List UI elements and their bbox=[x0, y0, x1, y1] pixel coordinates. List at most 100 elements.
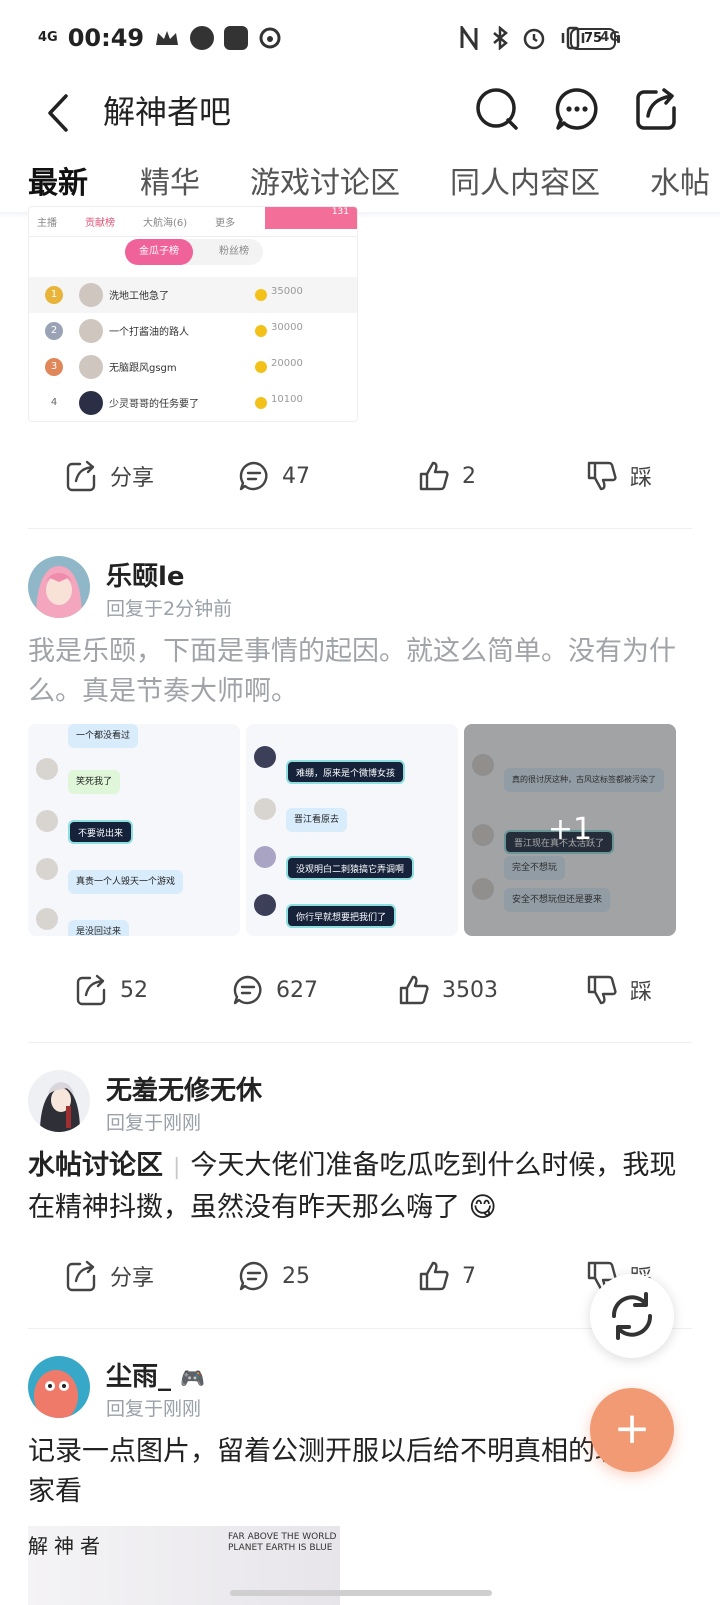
alarm-icon bbox=[524, 28, 545, 50]
tab-water-posts[interactable]: 水帖 bbox=[650, 158, 710, 202]
refresh-button[interactable] bbox=[590, 1274, 674, 1358]
coin-icon bbox=[255, 289, 267, 301]
avatar bbox=[36, 908, 58, 930]
separator: | bbox=[173, 1155, 181, 1180]
share-button[interactable]: 分享 bbox=[66, 1260, 154, 1292]
avatar bbox=[254, 798, 276, 820]
rank-name: 少灵哥哥的任务要了 bbox=[109, 399, 199, 410]
tab-latest[interactable]: 最新 bbox=[28, 158, 88, 202]
ranking-tab: 主播 bbox=[37, 218, 57, 229]
avatar bbox=[254, 894, 276, 916]
share-button[interactable]: 分享 bbox=[66, 460, 154, 492]
dislike-button[interactable]: 踩 bbox=[586, 460, 652, 492]
rank-value: 35000 bbox=[271, 286, 303, 297]
like-button[interactable]: 7 bbox=[418, 1260, 476, 1292]
dislike-button[interactable]: 踩 bbox=[586, 974, 652, 1006]
avatar[interactable] bbox=[28, 1356, 90, 1418]
rank-number: 2 bbox=[45, 322, 63, 340]
post-header: 尘雨_ 🎮 回复于刚刚 bbox=[28, 1356, 688, 1420]
back-arrow-icon[interactable] bbox=[40, 90, 76, 136]
ranking-pink-label: 131 bbox=[265, 207, 357, 229]
message-icon[interactable] bbox=[554, 86, 600, 132]
post-header: 乐颐le 回复于2分钟前 bbox=[28, 556, 688, 620]
tab-fan-content[interactable]: 同人内容区 bbox=[450, 158, 600, 202]
rank-number: 3 bbox=[45, 358, 63, 376]
post-image-ranking[interactable]: 主播 贡献榜 大航海(6) 更多 131 金瓜子榜 粉丝榜 1 洗地工他急了 3… bbox=[28, 206, 358, 422]
status-time: 00:49 bbox=[67, 24, 145, 52]
avatar bbox=[79, 355, 103, 379]
username[interactable]: 乐颐le bbox=[106, 556, 185, 593]
share-icon bbox=[66, 1260, 96, 1292]
like-count: 3503 bbox=[442, 977, 498, 1003]
rank-name: 一个打酱油的路人 bbox=[109, 327, 189, 338]
thumbs-up-icon bbox=[399, 975, 429, 1005]
ranking-switch: 金瓜子榜 粉丝榜 bbox=[125, 239, 263, 265]
top-app-bar: 解神者吧 bbox=[0, 78, 720, 148]
nfc-icon bbox=[460, 26, 478, 50]
dislike-label: 踩 bbox=[630, 980, 653, 1005]
avatar bbox=[79, 391, 103, 415]
post-actions: 分享 47 2 踩 bbox=[0, 446, 720, 506]
page-title: 解神者吧 bbox=[103, 93, 232, 131]
chat-bubble: 一个都没看过 bbox=[68, 724, 139, 748]
chat-bubble: 是没回过来 bbox=[68, 920, 130, 936]
username[interactable]: 无羞无修无休 bbox=[106, 1070, 262, 1107]
ranking-row: 4 少灵哥哥的任务要了 10100 bbox=[29, 385, 357, 421]
post-content[interactable]: 我是乐颐，下面是事情的起因。就这么简单。没有为什么。真是节奏大师啊。 bbox=[28, 632, 692, 712]
ranking-tab: 大航海(6) bbox=[143, 218, 188, 229]
post-image[interactable]: 一个都没看过 笑死我了 不要说出来 真贵一个人毁天一个游戏 是没回过来 bbox=[28, 724, 240, 936]
chat-bubble: 你行早就想要把我们了 bbox=[286, 904, 397, 928]
avatar bbox=[79, 319, 103, 343]
ranking-row: 3 无脑跟风gsgm 20000 bbox=[29, 349, 357, 385]
like-button[interactable]: 3503 bbox=[398, 974, 498, 1006]
avatar[interactable] bbox=[28, 1070, 90, 1132]
post-content[interactable]: 水帖讨论区 | 今天大佬们准备吃瓜吃到什么时候，我现在精神抖擞，虽然没有昨天那么嗨了… bbox=[28, 1146, 692, 1228]
comment-button[interactable]: 47 bbox=[238, 460, 310, 492]
new-post-button[interactable]: + bbox=[590, 1388, 674, 1472]
comment-button[interactable]: 25 bbox=[238, 1260, 310, 1292]
chat-bubble: 晋江看原去 bbox=[286, 808, 348, 832]
coin-icon bbox=[255, 397, 267, 409]
username[interactable]: 尘雨_ 🎮 bbox=[106, 1356, 205, 1393]
comment-icon bbox=[239, 461, 268, 491]
more-images-overlay[interactable]: +1 bbox=[464, 724, 676, 936]
status-left: 4G 00:49 bbox=[38, 24, 282, 52]
tab-featured[interactable]: 精华 bbox=[140, 158, 200, 202]
post-header: 无羞无修无休 回复于刚刚 bbox=[28, 1070, 688, 1134]
comment-icon bbox=[233, 975, 262, 1005]
image-caption: FAR ABOVE THE WORLD PLANET EARTH IS BLUE bbox=[228, 1532, 337, 1553]
chat-bubble: 没观明白二刺猿搞它弄调啊 bbox=[286, 856, 415, 880]
avatar bbox=[36, 758, 58, 780]
avatar-image bbox=[28, 556, 90, 618]
network-indicator: 4G bbox=[38, 30, 58, 45]
post-time: 回复于2分钟前 bbox=[106, 598, 233, 620]
avatar-image bbox=[28, 1356, 90, 1418]
avatar[interactable] bbox=[28, 556, 90, 618]
ranking-switch-a: 金瓜子榜 bbox=[125, 239, 193, 265]
like-button[interactable]: 2 bbox=[418, 460, 476, 492]
post-image[interactable]: 难绷，原来是个微博女孩 晋江看原去 没观明白二刺猿搞它弄调啊 你行早就想要把我们… bbox=[246, 724, 458, 936]
avatar bbox=[254, 746, 276, 768]
post-content[interactable]: 记录一点图片，留着公测开服以后给不明真相的玩家看 bbox=[28, 1432, 628, 1512]
tab-game-discussion[interactable]: 游戏讨论区 bbox=[250, 158, 400, 202]
ranking-row: 1 洗地工他急了 35000 bbox=[29, 277, 357, 313]
search-icon[interactable] bbox=[474, 86, 520, 132]
board-tag[interactable]: 水帖讨论区 bbox=[28, 1150, 163, 1181]
avatar bbox=[254, 846, 276, 868]
avatar bbox=[36, 810, 58, 832]
weibo-icon bbox=[259, 27, 281, 49]
rank-value: 30000 bbox=[271, 322, 303, 333]
category-tabs: 最新 精华 游戏讨论区 同人内容区 水帖 bbox=[0, 150, 720, 214]
post-image-more[interactable]: 真的很讨厌这种，古风这标签都被污染了 晋江现在真不太活跃了 完全不想玩 安全不想… bbox=[464, 724, 676, 936]
gesture-bar[interactable] bbox=[230, 1590, 492, 1596]
share-icon[interactable] bbox=[634, 86, 680, 132]
crown-icon bbox=[156, 31, 179, 45]
comment-button[interactable]: 627 bbox=[232, 974, 318, 1006]
share-label: 分享 bbox=[110, 1266, 155, 1291]
rank-name: 洗地工他急了 bbox=[109, 291, 169, 302]
comment-count: 47 bbox=[282, 463, 310, 489]
chat-bubble: 笑死我了 bbox=[68, 770, 121, 794]
comment-icon bbox=[239, 1261, 268, 1291]
share-button[interactable]: 52 bbox=[76, 974, 148, 1006]
thumbs-up-icon bbox=[419, 461, 449, 491]
